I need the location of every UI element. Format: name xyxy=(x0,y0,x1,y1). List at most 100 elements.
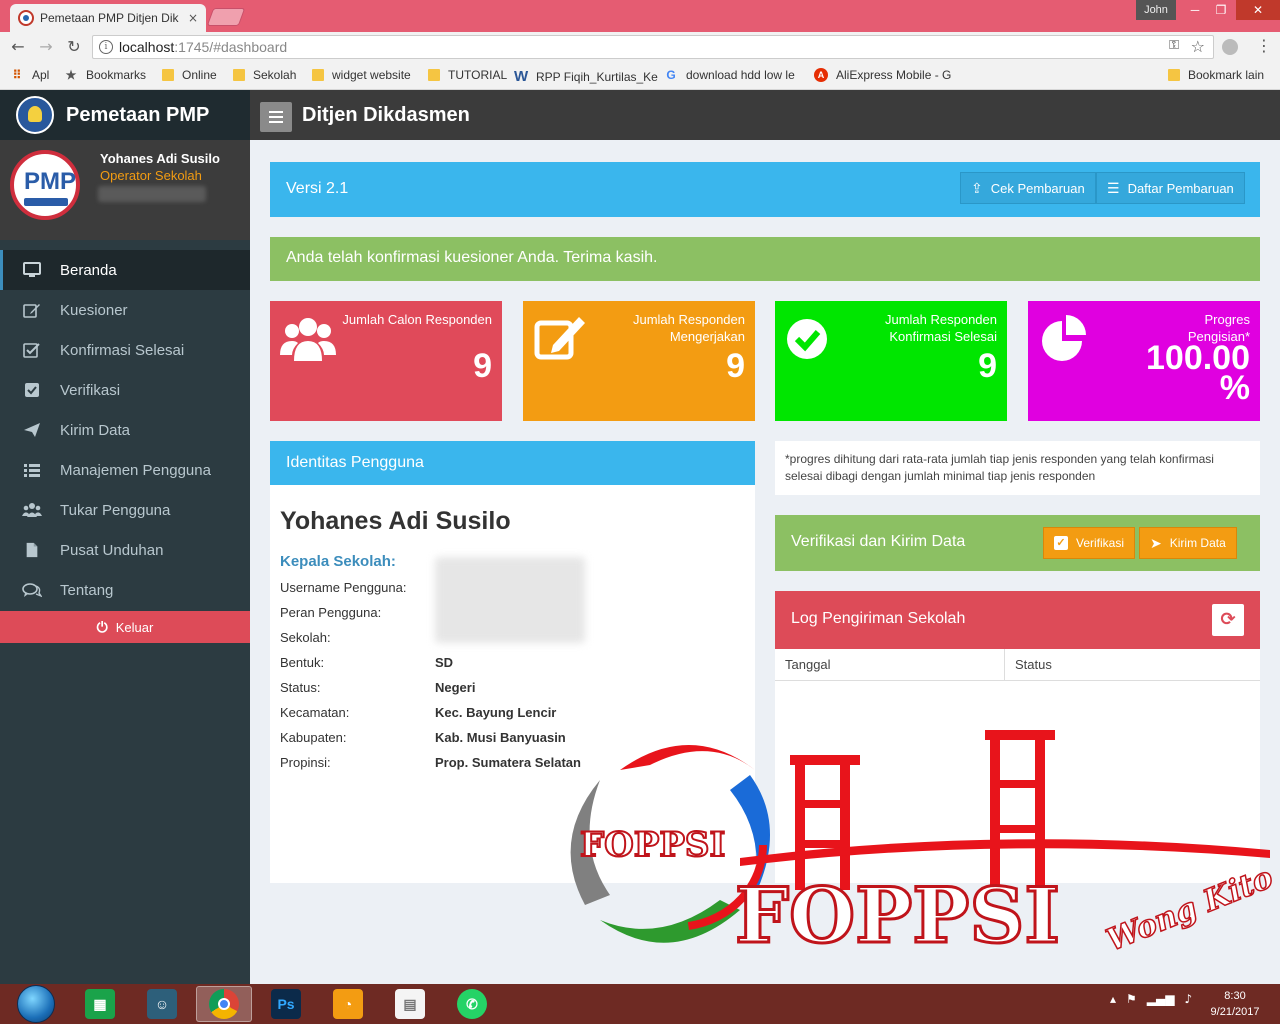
browser-titlebar: Pemetaan PMP Ditjen Dik × John ─ ❐ ✕ xyxy=(0,0,1280,32)
comments-icon xyxy=(22,582,42,598)
update-list-button[interactable]: ☰ Daftar Pembaruan xyxy=(1096,172,1245,204)
browser-toolbar: ← → ↻ i localhost:1745/#dashboard ⚿ ☆ ⋮ xyxy=(0,32,1280,62)
sidebar-toggle-button[interactable] xyxy=(260,102,292,132)
bookmark-aliexpress[interactable]: A AliExpress Mobile - G xyxy=(814,68,951,82)
taskbar-store[interactable]: ▦ xyxy=(72,986,128,1022)
user-app-icon: ☺ xyxy=(147,989,177,1019)
sidebar-item-tentang[interactable]: Tentang xyxy=(0,570,250,610)
stat-responden-mengerjakan: Jumlah Responden Mengerjakan 9 xyxy=(523,301,755,421)
main-content: Versi 2.1 ⇪ Cek Pembaruan ☰ Daftar Pemba… xyxy=(250,140,1280,984)
signal-icon[interactable]: ▂▄▆ xyxy=(1147,992,1175,1006)
bookmark-star-icon[interactable]: ☆ xyxy=(1191,37,1205,56)
stat-value: 9 xyxy=(978,347,997,385)
bookmark-widget-website[interactable]: widget website xyxy=(312,68,411,82)
taskbar-chrome[interactable] xyxy=(196,986,252,1022)
taskbar-whatsapp[interactable]: ✆ xyxy=(444,986,500,1022)
users-icon xyxy=(280,311,336,367)
stat-konfirmasi-selesai: Jumlah Responden Konfirmasi Selesai 9 xyxy=(775,301,1007,421)
verify-button[interactable]: ✓ Verifikasi xyxy=(1043,527,1136,559)
stat-value: 9 xyxy=(726,347,745,385)
verify-title: Verifikasi dan Kirim Data xyxy=(791,533,966,550)
bookmark-tutorial[interactable]: TUTORIAL xyxy=(428,68,507,82)
browser-tab[interactable]: Pemetaan PMP Ditjen Dik × xyxy=(10,4,206,32)
brand-name: Pemetaan PMP xyxy=(66,103,210,126)
bookmark-apps[interactable]: ⠿ Apl xyxy=(10,68,50,82)
sidebar-item-manajemen-pengguna[interactable]: Manajemen Pengguna xyxy=(0,450,250,490)
sidebar-item-label: Verifikasi xyxy=(60,381,121,399)
stat-label: Jumlah Responden Mengerjakan xyxy=(632,312,745,344)
browser-menu-icon[interactable]: ⋮ xyxy=(1256,36,1272,55)
extension-icon[interactable] xyxy=(1222,39,1238,55)
system-clock[interactable]: 8:30 9/21/2017 xyxy=(1200,988,1270,1020)
refresh-icon[interactable]: ⟳ xyxy=(1212,604,1244,636)
send-data-label: Kirim Data xyxy=(1169,536,1226,550)
volume-icon[interactable]: ♪ xyxy=(1184,992,1192,1006)
identity-label-status: Status: xyxy=(280,680,321,695)
identity-title: Identitas Pengguna xyxy=(270,441,755,485)
reload-icon[interactable]: ↻ xyxy=(64,37,84,57)
sidebar-item-verifikasi[interactable]: Verifikasi xyxy=(0,370,250,410)
bookmark-other[interactable]: Bookmark lain xyxy=(1168,68,1264,82)
bookmark-bookmarks[interactable]: ★ Bookmarks xyxy=(64,68,146,82)
bookmark-online[interactable]: Online xyxy=(162,68,217,82)
back-icon[interactable]: ← xyxy=(8,37,28,57)
taskbar-notepad[interactable]: ▤ xyxy=(382,986,438,1022)
sidebar-item-beranda[interactable]: Beranda xyxy=(0,250,250,290)
maximize-button[interactable]: ❐ xyxy=(1208,0,1234,20)
sidebar-item-kuesioner[interactable]: Kuesioner xyxy=(0,290,250,330)
send-data-button[interactable]: ➤ Kirim Data xyxy=(1139,527,1237,559)
check-square-icon xyxy=(22,342,42,358)
key-icon[interactable]: ⚿ xyxy=(1169,38,1179,53)
bookmark-download-hdd[interactable]: Gdownload hdd low le xyxy=(664,68,794,82)
identity-label-kecamatan: Kecamatan: xyxy=(280,705,350,720)
version-panel: Versi 2.1 ⇪ Cek Pembaruan ☰ Daftar Pemba… xyxy=(270,162,1260,217)
bookmark-sekolah[interactable]: Sekolah xyxy=(233,68,296,82)
network-flag-icon[interactable]: ⚑ xyxy=(1126,992,1137,1006)
identity-value-kabupaten: Kab. Musi Banyuasin xyxy=(435,730,566,745)
forward-icon[interactable]: → xyxy=(36,37,56,57)
identity-panel: Identitas Pengguna Yohanes Adi Susilo Ke… xyxy=(270,441,755,883)
tray-expand-icon[interactable]: ▴ xyxy=(1110,992,1116,1006)
brand[interactable]: Pemetaan PMP xyxy=(0,90,250,140)
sidebar-item-label: Tentang xyxy=(60,581,114,599)
windows-taskbar: ▦ ☺ Ps ◔ ▤ ✆ ▴ ⚑ ▂▄▆ ♪ 8:30 9/21/2017 xyxy=(0,984,1280,1024)
stat-value: 9 xyxy=(473,347,492,385)
identity-value-status: Negeri xyxy=(435,680,476,695)
clock-date: 9/21/2017 xyxy=(1210,1006,1260,1018)
pie-chart-icon xyxy=(1038,311,1094,367)
identity-label-propinsi: Propinsi: xyxy=(280,755,331,770)
identity-value-kecamatan: Kec. Bayung Lencir xyxy=(435,705,557,720)
identity-label-username: Username Pengguna: xyxy=(280,580,407,595)
taskbar-uc-browser[interactable]: ◔ xyxy=(320,986,376,1022)
close-window-button[interactable]: ✕ xyxy=(1236,0,1280,20)
sidebar-item-kirim-data[interactable]: Kirim Data xyxy=(0,410,250,450)
new-tab-button[interactable] xyxy=(206,8,246,26)
minimize-button[interactable]: ─ xyxy=(1182,0,1208,20)
confirmation-alert: Anda telah konfirmasi kuesioner Anda. Te… xyxy=(270,237,1260,281)
check-update-label: Cek Pembaruan xyxy=(990,180,1085,196)
taskbar-photoshop[interactable]: Ps xyxy=(258,986,314,1022)
start-button[interactable] xyxy=(12,984,60,1024)
logout-button[interactable]: ⏻ Keluar xyxy=(0,611,250,643)
sidebar-item-pusat-unduhan[interactable]: Pusat Unduhan xyxy=(0,530,250,570)
identity-label-role: Peran Pengguna: xyxy=(280,605,382,620)
site-info-icon[interactable]: i xyxy=(99,40,113,54)
taskbar-user-app[interactable]: ☺ xyxy=(134,986,190,1022)
sidebar-menu: Beranda Kuesioner Konfirmasi Selesai Ver… xyxy=(0,250,250,610)
redacted-block xyxy=(435,557,585,643)
folder-icon xyxy=(162,69,174,81)
bookmark-rpp[interactable]: W RPP Fiqih_Kurtilas_Ke xyxy=(514,68,658,85)
main-header: Ditjen Dikdasmen xyxy=(250,90,1280,140)
close-tab-icon[interactable]: × xyxy=(188,11,198,25)
star-icon: ★ xyxy=(65,68,77,82)
check-update-button[interactable]: ⇪ Cek Pembaruan xyxy=(960,172,1096,204)
address-bar[interactable]: i localhost:1745/#dashboard ⚿ ☆ xyxy=(92,35,1214,59)
checkbox-icon: ✓ xyxy=(1054,536,1068,550)
stat-label: Jumlah Responden Konfirmasi Selesai xyxy=(884,312,997,344)
word-icon: W xyxy=(514,68,529,85)
verify-label: Verifikasi xyxy=(1076,536,1125,550)
profile-button[interactable]: John xyxy=(1136,0,1176,20)
sidebar-item-tukar-pengguna[interactable]: Tukar Pengguna xyxy=(0,490,250,530)
sidebar-item-konfirmasi-selesai[interactable]: Konfirmasi Selesai xyxy=(0,330,250,370)
power-icon: ⏻ xyxy=(96,618,108,635)
